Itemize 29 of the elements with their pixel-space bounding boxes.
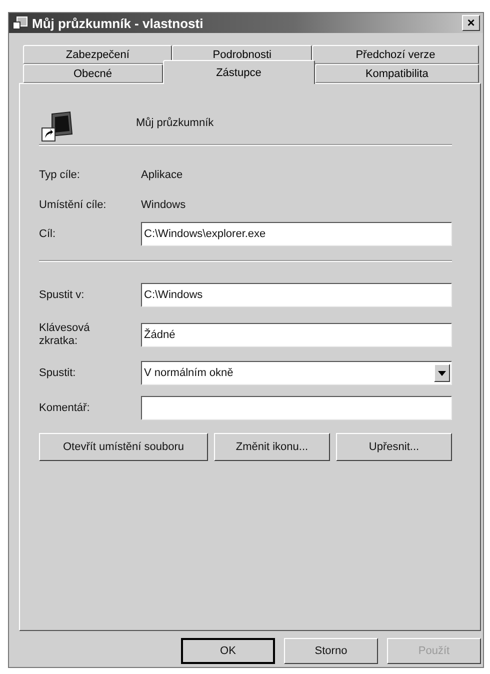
- shortcut-icon: [40, 110, 74, 142]
- app-icon: [12, 16, 28, 30]
- tab[interactable]: Předchozí verze: [312, 45, 479, 64]
- field-label: Komentář:: [39, 402, 91, 414]
- dialog-button[interactable]: OK: [181, 638, 275, 664]
- action-button[interactable]: Změnit ikonu...: [214, 433, 330, 461]
- text-field[interactable]: Žádné: [141, 322, 452, 346]
- dropdown[interactable]: V normálním okně: [141, 361, 452, 385]
- action-button[interactable]: Upřesnit...: [336, 433, 452, 461]
- text-field[interactable]: C:\Windows: [141, 283, 452, 307]
- tab[interactable]: Obecné: [23, 64, 163, 83]
- field-value: Windows: [141, 199, 186, 211]
- shortcut-name: Můj průzkumník: [136, 117, 214, 129]
- text-field[interactable]: C:\Windows\explorer.exe: [141, 222, 452, 246]
- tab[interactable]: Zabezpečení: [23, 45, 172, 64]
- action-button[interactable]: Otevřít umístění souboru: [39, 433, 208, 461]
- field-label: Spustit v:: [39, 288, 86, 302]
- field-label: Cíl:: [39, 228, 56, 240]
- tab[interactable]: Kompatibilita: [314, 64, 479, 83]
- text-field[interactable]: [141, 396, 452, 420]
- field-label: Spustit:: [39, 366, 77, 380]
- field-label: Klávesová zkratka:: [39, 322, 91, 348]
- window-title: Můj průzkumník - vlastnosti: [32, 16, 204, 30]
- close-button[interactable]: ×: [462, 15, 480, 31]
- field-value: Aplikace: [141, 169, 183, 181]
- dialog-button[interactable]: Storno: [284, 638, 378, 664]
- field-label: Typ cíle:: [39, 168, 81, 182]
- tab[interactable]: Zástupce: [162, 60, 315, 84]
- field-label: Umístění cíle:: [39, 198, 108, 212]
